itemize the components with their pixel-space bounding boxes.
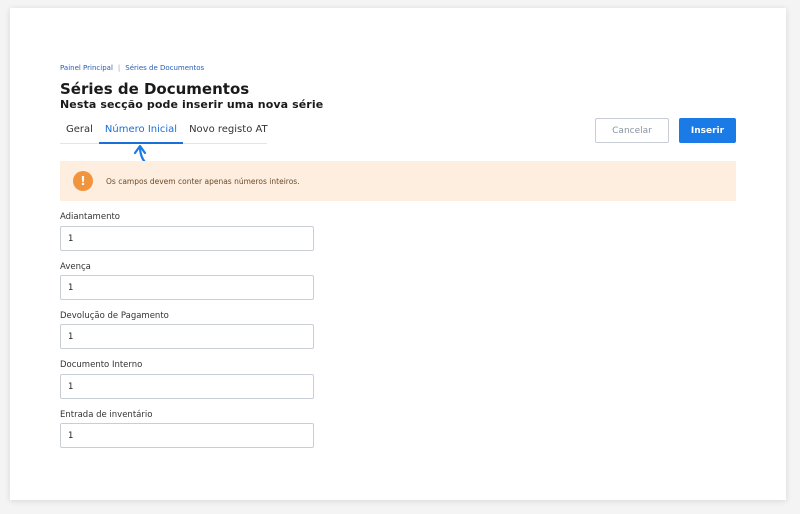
documento-interno-field[interactable]: [60, 374, 314, 399]
tab-geral[interactable]: Geral: [60, 122, 99, 143]
page-title: Séries de Documentos: [60, 80, 250, 98]
exclamation-icon: !: [73, 171, 93, 191]
field-label-documento-interno: Documento Interno: [60, 360, 143, 370]
alert-text: Os campos devem conter apenas números in…: [106, 176, 300, 186]
avenca-field[interactable]: [60, 275, 314, 300]
breadcrumb: Painel Principal | Séries de Documentos: [60, 64, 204, 72]
field-label-avenca: Avença: [60, 262, 91, 272]
field-label-adiantamento: Adiantamento: [60, 212, 120, 222]
field-label-entrada-inventario: Entrada de inventário: [60, 410, 153, 420]
adiantamento-field[interactable]: [60, 226, 314, 251]
tab-bar: Geral Número Inicial Novo registo AT: [60, 122, 268, 144]
insert-button[interactable]: Inserir: [679, 118, 736, 143]
cancel-button[interactable]: Cancelar: [595, 118, 669, 143]
info-alert: ! Os campos devem conter apenas números …: [60, 161, 736, 201]
tab-numero-inicial[interactable]: Número Inicial: [98, 122, 184, 144]
devolucao-pagamento-field[interactable]: [60, 324, 314, 349]
page-subtitle: Nesta secção pode inserir uma nova série: [60, 98, 324, 111]
field-label-devolucao-pagamento: Devolução de Pagamento: [60, 311, 169, 321]
breadcrumb-separator: |: [117, 64, 121, 72]
breadcrumb-current-link[interactable]: Séries de Documentos: [125, 64, 204, 72]
breadcrumb-home-link[interactable]: Painel Principal: [60, 64, 113, 72]
page-card: Painel Principal | Séries de Documentos …: [10, 8, 786, 500]
entrada-inventario-field[interactable]: [60, 423, 314, 448]
tab-novo-registo-at[interactable]: Novo registo AT: [183, 122, 274, 143]
